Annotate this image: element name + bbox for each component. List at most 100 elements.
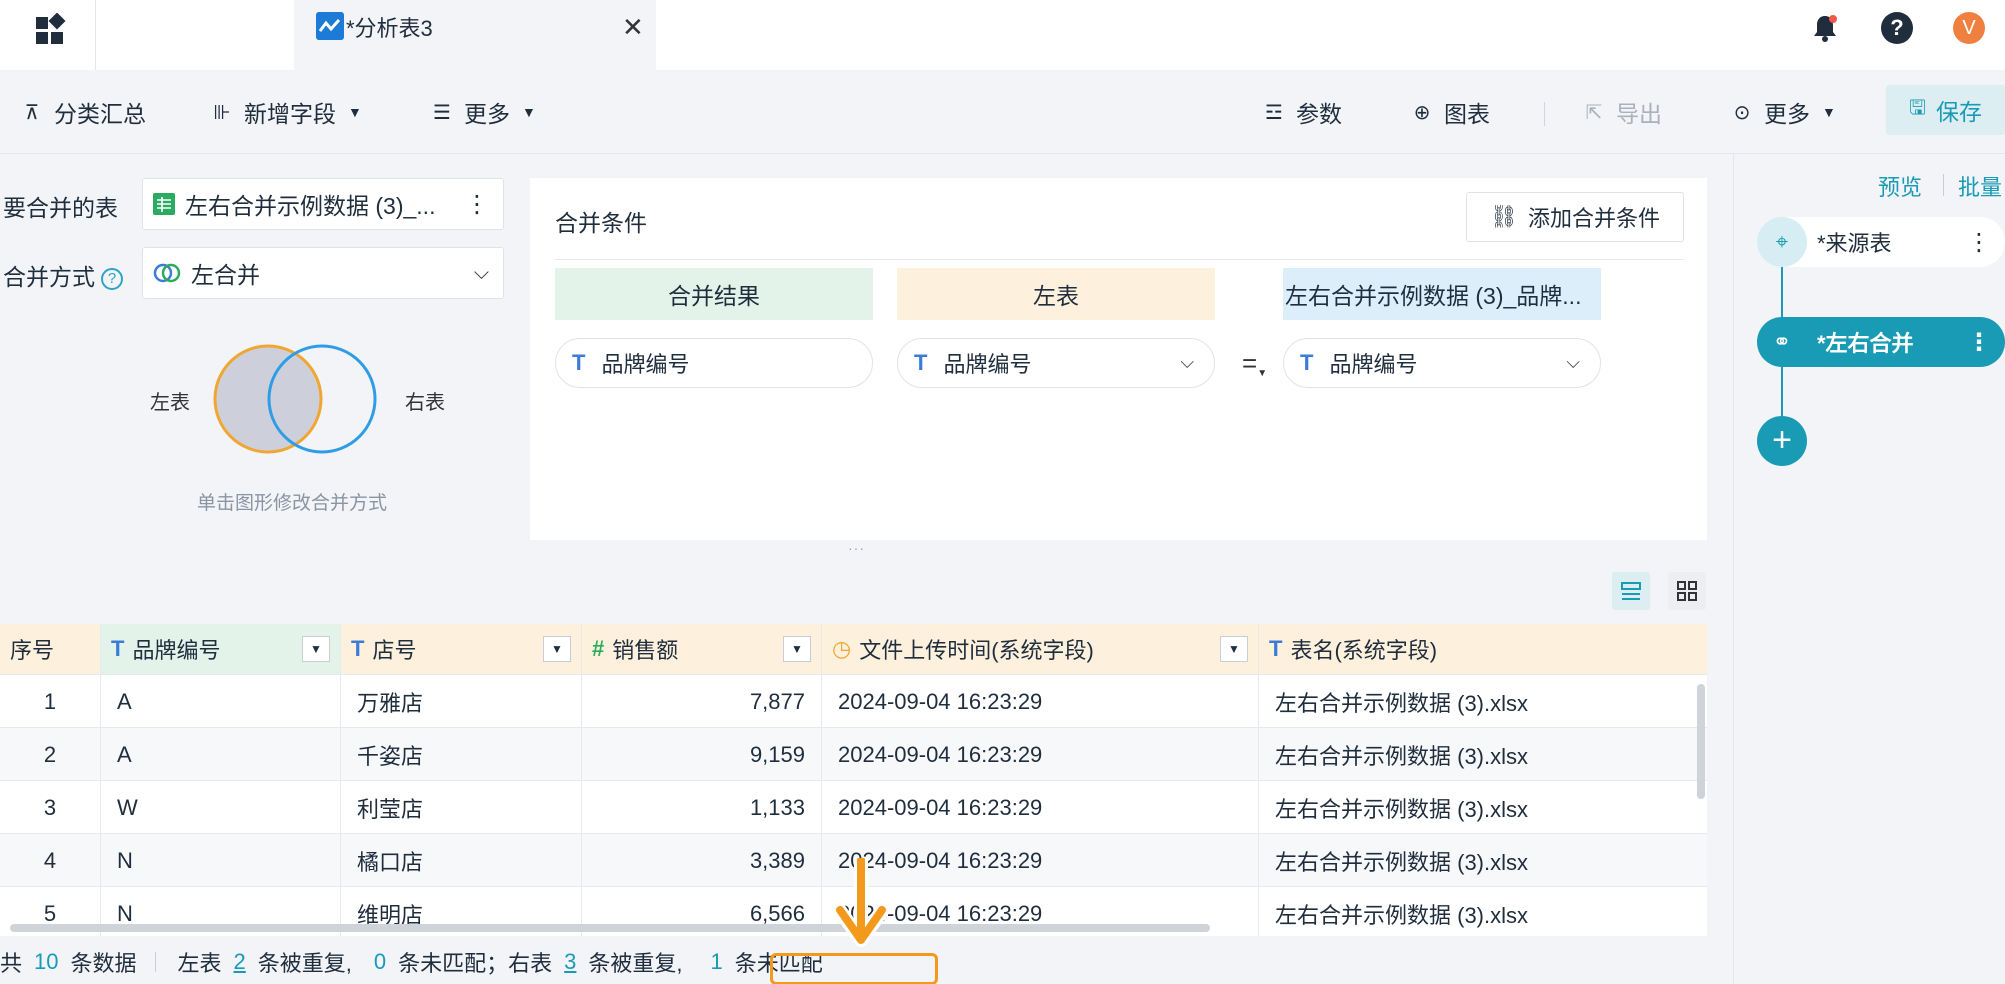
sort-dropdown-icon[interactable]: ▼ [543,636,571,662]
analysis-table-icon [316,12,344,40]
more-left-button[interactable]: ☰ 更多 ▼ [430,94,536,130]
caret-down-icon: ▼ [348,104,362,120]
venn-hint: 单击图形修改合并方式 [197,493,388,514]
right-field-select[interactable]: T 品牌编号 ⌵ [1283,338,1601,388]
clock-icon: ◷ [832,636,852,661]
left-duplicate-link[interactable]: 2 [234,949,246,975]
toolbar-divider [1544,102,1545,126]
flow-connector [1781,267,1783,317]
arrow-down-icon [832,858,890,947]
condition-title: 合并条件 [555,210,647,236]
operator-select[interactable]: =▼ [1242,348,1267,379]
preview-link[interactable]: 预览 [1878,170,1922,202]
vertical-scrollbar[interactable] [1697,684,1705,799]
col-header-sales[interactable]: # 销售额 ▼ [582,624,822,674]
text-type-icon: T [1269,636,1283,661]
toolbar: ⊼ 分类汇总 ⊪ 新增字段 ▼ ☰ 更多 ▼ ☲ 参数 ⊕ 图表 ⇱ 导出 ⊙ … [0,70,2005,154]
link-icon: ⛓ [1490,204,1518,229]
venn-diagram[interactable] [205,340,385,458]
flow-node-source[interactable]: ⌖ *来源表 ⋮ [1757,217,2005,267]
sort-dropdown-icon[interactable]: ▼ [783,636,811,662]
col-header-index: 序号 [0,624,101,674]
result-column-header: 合并结果 [555,268,873,320]
result-field: T 品牌编号 [555,338,873,388]
more-right-button[interactable]: ⊙ 更多 ▼ [1730,94,1836,130]
caret-down-icon: ▼ [1822,104,1836,120]
params-button[interactable]: ☲ 参数 [1262,94,1342,130]
batch-link[interactable]: 批量 [1958,170,2002,202]
plus-circle-icon: ⊕ [1413,101,1431,124]
export-button[interactable]: ⇱ 导出 [1582,94,1662,130]
chevron-down-icon: ⌵ [1180,352,1194,372]
chevron-down-icon: ⌵ [473,261,489,284]
merge-circles-icon [153,263,181,283]
table-row[interactable]: 2 A 千姿店 9,159 2024-09-04 16:23:29 左右合并示例… [0,727,1707,781]
text-type-icon: T [572,350,586,375]
save-icon: 🖫 [1908,97,1927,119]
right-column-header: 左右合并示例数据 (3)_品牌... [1283,268,1601,320]
list-view-button[interactable] [1612,572,1650,610]
tab-title: *分析表3 [346,16,433,41]
hierarchy-icon: ⊼ [24,101,40,124]
group-summary-button[interactable]: ⊼ 分类汇总 [20,94,146,130]
col-header-table-name[interactable]: T 表名(系统字段) [1259,624,1707,674]
crosshair-icon: ⌖ [1757,217,1807,267]
text-type-icon: T [111,636,125,661]
help-icon[interactable]: ? [101,267,123,290]
close-icon[interactable]: ✕ [622,12,644,43]
left-unmatched-count: 0 [373,949,387,974]
merge-method-select[interactable]: 左合并 ⌵ [142,247,504,299]
add-condition-button[interactable]: ⛓ 添加合并条件 [1466,192,1684,242]
venn-left-label: 左表 [150,392,190,414]
params-icon: ☲ [1265,101,1283,124]
table-row[interactable]: 1 A 万雅店 7,877 2024-09-04 16:23:29 左右合并示例… [0,674,1707,728]
flow-node-merge[interactable]: ⚭ *左右合并 ⋮ [1757,317,2005,367]
add-field-button[interactable]: ⊪ 新增字段 ▼ [210,94,362,130]
flow-connector [1781,367,1783,416]
kebab-icon[interactable]: ⋮ [1967,228,1991,257]
text-type-icon: T [351,636,365,661]
avatar[interactable]: V [1953,12,1985,44]
grid-view-icon [1677,581,1697,601]
chart-button[interactable]: ⊕ 图表 [1410,94,1490,130]
left-field-select[interactable]: T 品牌编号 ⌵ [897,338,1215,388]
merge-condition-panel: 合并条件 ⛓ 添加合并条件 合并结果 左表 左右合并示例数据 (3)_品牌...… [530,178,1707,540]
col-header-brand[interactable]: T 品牌编号 ▼ [101,624,341,674]
tables-label: 要合并的表 [3,195,118,221]
help-icon[interactable]: ? [1881,12,1913,44]
number-type-icon: # [592,636,605,661]
panel-resize-handle[interactable]: ··· [848,540,865,556]
sheet-icon [153,193,175,215]
col-header-upload-time[interactable]: ◷ 文件上传时间(系统字段) ▼ [822,624,1259,674]
kebab-icon[interactable]: ⋮ [465,190,489,219]
app-grid-icon[interactable] [34,13,68,47]
tab-analysis-table[interactable]: *分析表3 ✕ [294,0,656,70]
left-column-header: 左表 [897,268,1215,320]
table-header: 序号 T 品牌编号 ▼ T 店号 ▼ # 销售额 ▼ ◷ 文件上传时间(系统字段… [0,624,1707,674]
text-type-icon: T [1300,350,1314,375]
method-label: 合并方式? [3,258,123,292]
caret-down-icon: ▼ [522,104,536,120]
kebab-icon[interactable]: ⋮ [1967,328,1991,357]
top-tab-bar: *分析表3 ✕ ? V [0,0,2005,70]
divider [1943,174,1944,196]
sort-dropdown-icon[interactable]: ▼ [1220,636,1248,662]
table-row[interactable]: 3 W 利莹店 1,133 2024-09-04 16:23:29 左右合并示例… [0,780,1707,834]
merge-table-select[interactable]: 左右合并示例数据 (3)_... ⋮ [142,178,504,230]
sort-dropdown-icon[interactable]: ▼ [302,636,330,662]
divider [555,259,1684,260]
col-header-store[interactable]: T 店号 ▼ [341,624,582,674]
divider [154,952,156,972]
right-duplicate-link[interactable]: 3 [564,949,576,975]
add-column-icon: ⊪ [213,101,231,124]
venn-right-label: 右表 [405,392,445,414]
bell-icon[interactable] [1810,13,1840,43]
tab-blank[interactable] [95,0,295,70]
grid-view-button[interactable] [1668,572,1706,610]
right-unmatched-count[interactable]: 1 [711,949,723,975]
save-button[interactable]: 🖫 保存 [1886,85,2005,135]
total-count: 10 [34,949,59,974]
horizontal-scrollbar[interactable] [10,924,1210,932]
export-icon: ⇱ [1585,101,1603,124]
add-node-button[interactable]: + [1757,416,1807,466]
